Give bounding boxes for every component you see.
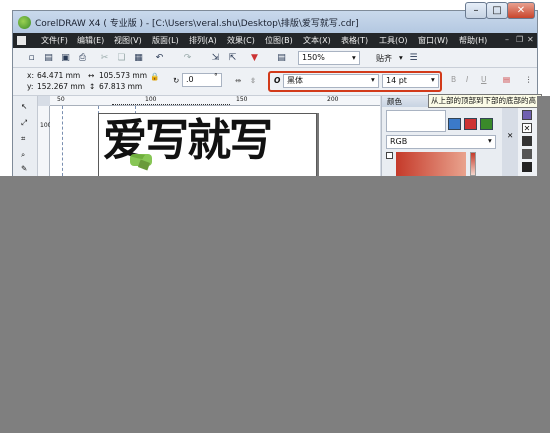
vertical-ruler[interactable]: 100 [38, 106, 51, 176]
ruler-tick-label: 50 [57, 96, 65, 103]
menu-edit[interactable]: 编辑(E) [77, 35, 104, 46]
toolbox: ↖ ⤢ ⌗ ⌕ ✎ [13, 96, 38, 176]
welcome-screen-icon[interactable]: ▤ [275, 51, 288, 64]
color-viewers-icon[interactable] [464, 118, 477, 130]
x-position-field[interactable]: 64.471 mm [37, 71, 80, 80]
underline-icon[interactable]: U [481, 75, 487, 84]
undo-icon[interactable]: ↶ [153, 51, 166, 64]
doc-restore-icon[interactable]: ❐ [516, 35, 523, 44]
palette-swatch[interactable] [522, 149, 532, 159]
bold-icon[interactable]: B [451, 75, 456, 84]
text-align-icon[interactable]: ▤ [503, 75, 510, 84]
standard-toolbar: ▫ ▤ ▣ ⎙ ✂ ❏ ▦ ↶ ↷ ⇲ ⇱ ▼ ▤ 150% ▾ 贴齐 ▾ ☰ [13, 48, 537, 68]
cut-icon[interactable]: ✂ [98, 51, 111, 64]
ruler-tick-label: 200 [327, 96, 339, 103]
menu-table[interactable]: 表格(T) [341, 35, 368, 46]
width-field[interactable]: 105.573 mm [99, 71, 147, 80]
export-icon[interactable]: ⇱ [226, 51, 239, 64]
palette-swatch[interactable] [522, 110, 532, 120]
y-position-field[interactable]: 152.267 mm [37, 82, 85, 91]
title-bar: CorelDRAW X4 ( 专业版 ) - [C:\Users\veral.s… [13, 11, 537, 33]
palette-swatch[interactable] [522, 162, 532, 172]
font-highlight-box [268, 71, 442, 92]
color-preview [386, 110, 446, 132]
color-docker: 颜色 RGB ▾ [381, 96, 503, 176]
gray-overlay-edge [537, 96, 550, 176]
menu-effects[interactable]: 效果(C) [227, 35, 255, 46]
hue-slider[interactable] [470, 152, 476, 176]
menu-arrange[interactable]: 排列(A) [189, 35, 217, 46]
zoom-levels-dropdown[interactable]: 150% [298, 51, 360, 65]
save-icon[interactable]: ▣ [59, 51, 72, 64]
close-button[interactable]: ✕ [507, 2, 535, 19]
color-sliders-icon[interactable] [448, 118, 461, 130]
minimize-button[interactable]: – [465, 2, 487, 19]
chevron-down-icon: ▾ [352, 53, 356, 62]
height-field[interactable]: 67.813 mm [99, 82, 142, 91]
chevron-down-icon: ▾ [399, 53, 403, 62]
paste-icon[interactable]: ▦ [132, 51, 145, 64]
menu-layout[interactable]: 版面(L) [152, 35, 179, 46]
color-palette-strip: ✕ [518, 96, 537, 176]
docker-close-icon[interactable]: ✕ [507, 131, 513, 140]
print-icon[interactable]: ⎙ [76, 51, 89, 64]
tooltip: 从上部的顶部到下部的底部的高 [428, 94, 542, 108]
color-model-dropdown[interactable]: RGB [386, 135, 496, 149]
redo-icon[interactable]: ↷ [181, 51, 194, 64]
color-spectrum[interactable] [396, 152, 466, 176]
menu-view[interactable]: 视图(V) [114, 35, 142, 46]
width-icon: ↔ [88, 71, 95, 80]
options-icon[interactable]: ☰ [407, 51, 420, 64]
snap-to-dropdown[interactable]: 贴齐 [376, 53, 392, 64]
more-options-icon[interactable]: ⋮ [525, 75, 533, 84]
freehand-tool-icon[interactable]: ✎ [21, 164, 27, 173]
artwork-text[interactable]: 爱写就写 [103, 116, 273, 166]
lock-ratio-icon[interactable]: 🔒 [150, 72, 159, 81]
ruler-tick-label: 150 [236, 96, 248, 103]
zoom-tool-icon[interactable]: ⌕ [21, 150, 25, 160]
doc-minimize-icon[interactable]: – [505, 35, 509, 44]
guideline [62, 106, 63, 176]
rotation-icon: ↻ [173, 76, 180, 85]
open-folder-icon[interactable]: ▤ [42, 51, 55, 64]
degree-label: ° [214, 72, 218, 81]
menu-file[interactable]: 文件(F) [41, 35, 68, 46]
window-title: CorelDRAW X4 ( 专业版 ) - [C:\Users\veral.s… [35, 19, 359, 29]
copy-icon[interactable]: ❏ [115, 51, 128, 64]
horizontal-ruler[interactable]: 50 100 150 200 [50, 96, 380, 106]
menu-window[interactable]: 窗口(W) [418, 35, 448, 46]
color-palettes-icon[interactable] [480, 118, 493, 130]
crop-tool-icon[interactable]: ⌗ [21, 134, 25, 144]
shape-tool-icon[interactable]: ⤢ [21, 118, 27, 128]
doc-close-icon[interactable]: ✕ [527, 35, 534, 44]
chevron-down-icon: ▾ [488, 136, 492, 145]
no-fill-swatch-icon[interactable]: ✕ [522, 123, 532, 133]
x-label: x: [27, 71, 34, 80]
ruler-selection-marks [112, 101, 230, 105]
italic-icon[interactable]: I [466, 75, 468, 84]
document-page: 爱写就写 [98, 113, 317, 176]
menu-text[interactable]: 文本(X) [303, 35, 331, 46]
menu-help[interactable]: 帮助(H) [459, 35, 487, 46]
maximize-button[interactable]: □ [486, 2, 508, 19]
mirror-vertical-icon[interactable]: ⇳ [250, 76, 256, 85]
pick-tool-icon[interactable]: ↖ [21, 102, 27, 111]
application-launcher-icon[interactable]: ▼ [248, 51, 261, 64]
palette-swatch[interactable] [522, 136, 532, 146]
menu-bar: 文件(F) 编辑(E) 视图(V) 版面(L) 排列(A) 效果(C) 位图(B… [13, 33, 537, 48]
gray-overlay [0, 176, 550, 433]
import-icon[interactable]: ⇲ [209, 51, 222, 64]
y-label: y: [27, 82, 34, 91]
mirror-horizontal-icon[interactable]: ⇹ [235, 76, 241, 85]
document-icon[interactable] [17, 36, 26, 45]
swatch-none-icon[interactable] [386, 152, 393, 159]
menu-bitmaps[interactable]: 位图(B) [265, 35, 293, 46]
height-icon: ↕ [89, 82, 96, 91]
coreldraw-app-icon [18, 16, 31, 29]
new-document-icon[interactable]: ▫ [25, 51, 38, 64]
menu-tools[interactable]: 工具(O) [379, 35, 408, 46]
